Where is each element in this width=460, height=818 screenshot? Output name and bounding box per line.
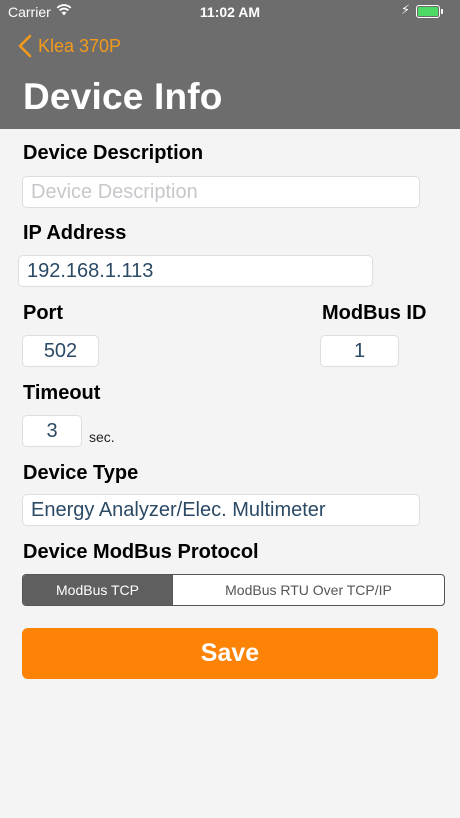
device-description-label: Device Description — [23, 142, 204, 164]
modbus-id-label: ModBus ID — [322, 302, 427, 324]
ip-address-field[interactable]: 192.168.1.113 — [18, 255, 373, 287]
device-description-field[interactable]: Device Description — [22, 176, 420, 208]
back-button[interactable]: Klea 370P — [18, 31, 121, 61]
ip-address-label: IP Address — [23, 222, 127, 244]
page-title: Device Info — [23, 76, 223, 117]
segment-modbus-rtu-over-tcp[interactable]: ModBus RTU Over TCP/IP — [172, 575, 444, 605]
battery-icon — [416, 5, 440, 18]
device-description-placeholder: Device Description — [31, 180, 198, 203]
protocol-segmented-control: ModBus TCP ModBus RTU Over TCP/IP — [22, 574, 445, 606]
timeout-label: Timeout — [23, 382, 101, 404]
port-label: Port — [23, 302, 63, 324]
status-bar: Carrier 11:02 AM ⚡ — [0, 0, 460, 26]
modbus-protocol-label: Device ModBus Protocol — [23, 541, 259, 563]
device-type-label: Device Type — [23, 462, 139, 484]
timeout-unit-label: sec. — [89, 429, 115, 445]
battery-tip — [441, 9, 443, 14]
segment-modbus-tcp[interactable]: ModBus TCP — [23, 575, 172, 605]
navigation-header: Carrier 11:02 AM ⚡ Klea 370P Device Info — [0, 0, 460, 129]
device-type-field[interactable]: Energy Analyzer/Elec. Multimeter — [22, 494, 420, 526]
charging-icon: ⚡ — [401, 2, 411, 17]
modbus-id-field[interactable]: 1 — [320, 335, 399, 367]
port-field[interactable]: 502 — [22, 335, 99, 367]
status-time: 11:02 AM — [199, 4, 261, 20]
timeout-field[interactable]: 3 — [22, 415, 82, 447]
back-button-label: Klea 370P — [38, 35, 122, 56]
chevron-left-icon — [18, 34, 32, 58]
save-button[interactable]: Save — [22, 628, 438, 679]
